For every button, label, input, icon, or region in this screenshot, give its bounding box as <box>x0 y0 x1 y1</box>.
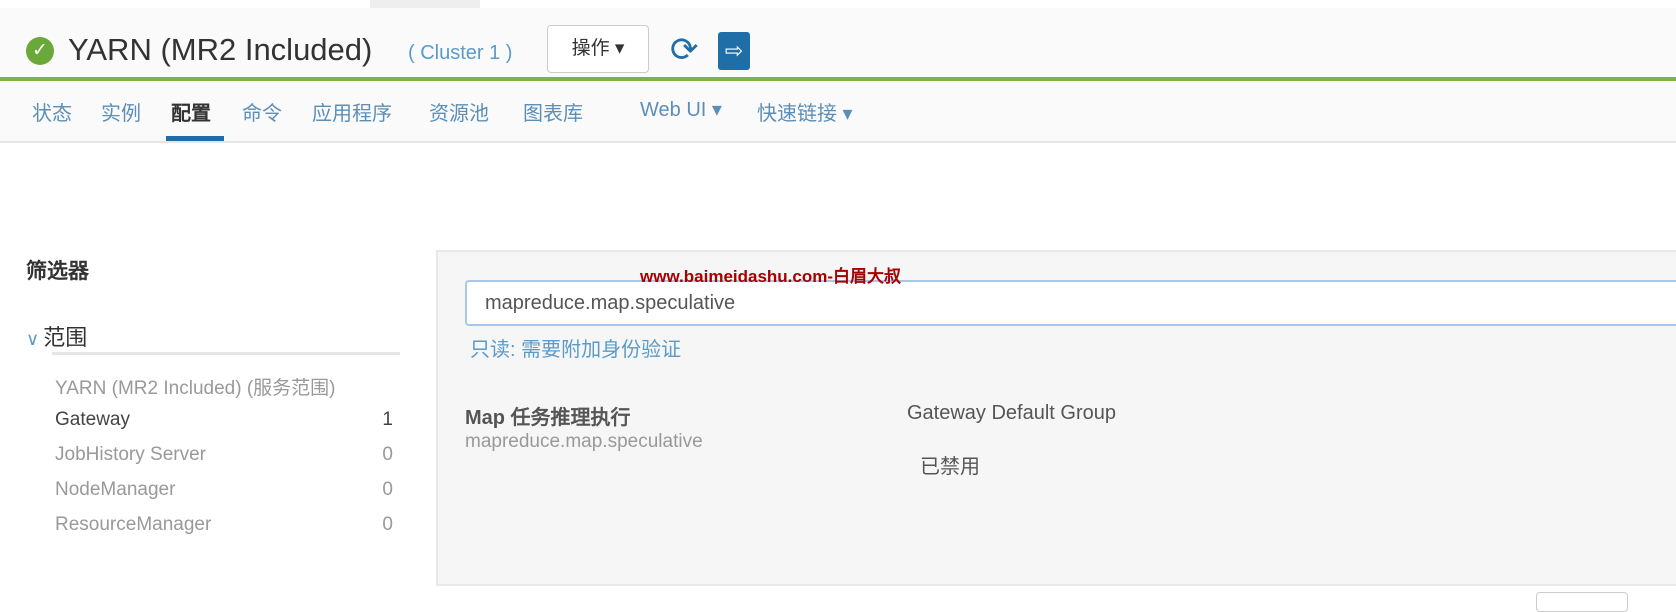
filter-item[interactable]: JobHistory Server 0 <box>55 444 393 466</box>
service-nav: 状态 实例 配置 命令 应用程序 资源池 图表库 Web UI ▾ 快速链接 ▾ <box>0 81 1676 143</box>
property-group: Gateway Default Group <box>907 402 1116 424</box>
tab-commands[interactable]: 命令 <box>242 97 282 126</box>
service-header: ✓ YARN (MR2 Included) ( Cluster 1 ) 操作 ▾… <box>0 8 1676 78</box>
watermark: www.baimeidashu.com-白眉大叔 <box>640 267 902 286</box>
divider <box>52 352 400 355</box>
tab-charts[interactable]: 图表库 <box>523 97 583 126</box>
filter-item[interactable]: Gateway 1 <box>55 409 393 431</box>
filter-item-count: 0 <box>382 479 393 500</box>
filter-item-label: Gateway <box>55 409 130 430</box>
export-icon[interactable]: ⇨ <box>718 32 750 70</box>
scope-toggle[interactable]: ∨ 范围 <box>26 320 87 352</box>
property-value[interactable]: 已禁用 <box>920 450 980 479</box>
tab-instances[interactable]: 实例 <box>101 97 141 126</box>
bottom-button[interactable] <box>1536 592 1628 612</box>
active-tab-indicator <box>166 136 224 141</box>
filter-item-count: 0 <box>382 514 393 535</box>
scope-label: 范围 <box>43 325 88 350</box>
tab-applications[interactable]: 应用程序 <box>312 97 392 126</box>
chevron-down-icon: ∨ <box>26 329 40 349</box>
page-title: YARN (MR2 Included) <box>68 32 373 67</box>
browser-strip <box>0 0 1676 8</box>
tab-quick-links[interactable]: 快速链接 ▾ <box>757 97 853 126</box>
tab-configuration[interactable]: 配置 <box>171 97 211 126</box>
tab-resource-pools[interactable]: 资源池 <box>429 97 489 126</box>
filter-item-label: JobHistory Server <box>55 444 206 465</box>
filter-item-count: 0 <box>382 444 393 465</box>
tab-web-ui[interactable]: Web UI ▾ <box>640 97 722 122</box>
filter-item-count: 1 <box>382 409 393 430</box>
filter-item-label: YARN (MR2 Included) (服务范围) <box>55 378 336 399</box>
filter-item[interactable]: ResourceManager 0 <box>55 514 393 536</box>
filter-item-label: NodeManager <box>55 479 176 500</box>
filter-item[interactable]: NodeManager 0 <box>55 479 393 501</box>
property-name: Map 任务推理执行 <box>465 407 631 429</box>
tab-status[interactable]: 状态 <box>32 97 72 126</box>
property-key: mapreduce.map.speculative <box>465 431 703 452</box>
filter-item-label: ResourceManager <box>55 514 212 535</box>
filter-title: 筛选器 <box>26 260 89 283</box>
filter-item[interactable]: YARN (MR2 Included) (服务范围) <box>55 373 393 400</box>
actions-dropdown[interactable]: 操作 ▾ <box>547 25 649 73</box>
cluster-link[interactable]: ( Cluster 1 ) <box>408 42 512 65</box>
browser-tab[interactable] <box>370 0 480 8</box>
refresh-icon[interactable]: ⟳ <box>670 30 699 70</box>
readonly-note: 只读: 需要附加身份验证 <box>470 339 682 361</box>
status-ok-icon: ✓ <box>26 37 54 65</box>
